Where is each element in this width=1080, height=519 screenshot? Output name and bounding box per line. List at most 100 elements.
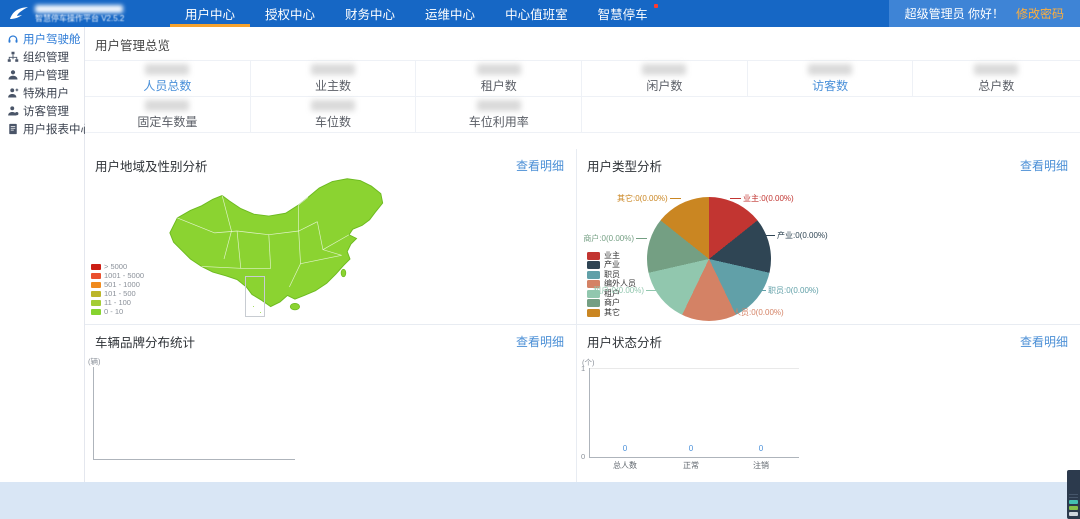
gridline [589,368,799,369]
nav-tab-finance-center[interactable]: 财务中心 [330,0,410,27]
legend-item[interactable]: 产业 [587,261,636,271]
redacted-value [808,64,852,75]
sidebar-item-visitor-management[interactable]: 访客管理 [0,102,84,120]
south-china-sea-inset [245,276,265,317]
panel-region-gender: 用户地域及性别分析 查看明细 [85,149,577,325]
nav-tab-auth-center[interactable]: 授权中心 [250,0,330,27]
stat-card-space-utilization: 车位利用率 [416,97,582,132]
sidebar-item-label: 用户管理 [23,67,69,83]
stat-card-tenants: 租户数 [416,61,582,96]
panel-vehicle-brand: 车辆品牌分布统计 查看明细 (辆) [85,325,577,482]
nav-tab-ops-center[interactable]: 运维中心 [410,0,490,27]
logo-name-redacted [35,5,123,13]
sidebar-item-label: 特殊用户 [23,85,69,101]
toolbar-item-gray[interactable] [1069,512,1078,516]
view-detail-link[interactable]: 查看明细 [1020,333,1068,350]
nav-tab-smart-parking[interactable]: 智慧停车 [583,0,663,27]
hainan-island [290,303,299,310]
legend-item[interactable]: 1001 - 5000 [91,271,144,280]
pie-callout-external-staff: 编外人员:0(0.00%) [702,309,784,317]
panel-title: 用户地域及性别分析 [95,156,208,175]
stat-card-label: 车位利用率 [469,113,529,130]
legend-swatch [91,309,101,315]
nav-tab-label: 财务中心 [345,4,395,23]
view-detail-link[interactable]: 查看明细 [516,333,564,350]
x-axis [93,459,295,460]
legend-swatch [587,252,600,260]
legend-label: 职员 [604,271,620,279]
legend-item[interactable]: 0 - 10 [91,307,144,316]
legend-label: 产业 [604,261,620,269]
pie-legend: 业主 产业 职员 编外人员 租户 商户 其它 [587,251,636,318]
stat-card-label: 固定车数量 [137,113,197,130]
pie-callout-merchant: 商户:0(0.00%) [581,235,649,243]
legend-swatch [587,271,600,279]
sidebar-item-special-users[interactable]: 特殊用户 [0,84,84,102]
redacted-value [477,100,521,111]
legend-label: 0 - 10 [104,308,123,316]
charts-grid: 用户地域及性别分析 查看明细 [85,149,1080,482]
legend-label: 501 - 1000 [104,281,140,289]
nav-tab-label: 智慧停车 [598,4,648,23]
legend-swatch [91,282,101,288]
stat-card-owners: 业主数 [251,61,417,96]
bar-value: 0 [623,445,627,453]
app-window: 智慧停车操作平台 V2.5.2 用户中心 授权中心 财务中心 运维中心 中心值班… [0,0,1080,519]
nav-tab-user-center[interactable]: 用户中心 [170,0,250,27]
logo-subtitle: 智慧停车操作平台 V2.5.2 [35,15,124,23]
legend-label: 业主 [604,252,620,260]
stat-card-total-households: 总户数 [913,61,1079,96]
legend-item[interactable]: 101 - 500 [91,289,144,298]
sidebar-item-user-reports[interactable]: 用户报表中心 [0,120,84,138]
legend-label: 11 - 100 [104,299,131,307]
legend-item[interactable]: 商户 [587,299,636,309]
x-category: 注销 [753,462,769,470]
navbar-user-area: 超级管理员 你好！ 修改密码 [889,0,1080,27]
stat-card-visitors: 访客数 [748,61,914,96]
user-type-pie-chart [647,197,771,321]
stat-card-total-people: 人员总数 [85,61,251,96]
sidebar-item-user-management[interactable]: 用户管理 [0,66,84,84]
y-axis-unit: (辆) [88,358,101,366]
floating-toolbar[interactable] [1067,470,1080,519]
stat-card-label: 访客数 [812,77,848,94]
nav-tab-label: 用户中心 [185,4,235,23]
legend-item[interactable]: > 5000 [91,262,144,271]
y-tick: 1 [581,365,585,373]
y-tick: 0 [581,453,585,461]
pie-callout-owner: 业主:0(0.00%) [728,195,794,203]
sidebar: 用户驾驶舱 组织管理 用户管理 特殊用户 访客管理 用户报表中心 [0,27,85,482]
toolbar-item-teal[interactable] [1069,500,1078,504]
redacted-value [477,64,521,75]
stat-cards-row-1: 人员总数 业主数 租户数 闲户数 访客数 总户数 [85,60,1080,96]
view-detail-link[interactable]: 查看明细 [1020,157,1068,174]
toolbar-item-green[interactable] [1069,506,1078,510]
app-logo[interactable]: 智慧停车操作平台 V2.5.2 [0,0,170,27]
legend-swatch [91,300,101,306]
main-menu: 用户中心 授权中心 财务中心 运维中心 中心值班室 智慧停车 [170,0,663,27]
taiwan-island [341,269,346,276]
x-category: 正常 [683,462,699,470]
stat-card-vacant-households: 闲户数 [582,61,748,96]
sidebar-item-org-management[interactable]: 组织管理 [0,48,84,66]
user-icon [7,69,19,81]
change-password-link[interactable]: 修改密码 [1016,5,1064,22]
sidebar-item-label: 用户报表中心 [23,121,92,137]
redacted-value [311,100,355,111]
stat-card-parking-spaces: 车位数 [251,97,417,132]
panel-title: 用户状态分析 [587,332,662,351]
view-detail-link[interactable]: 查看明细 [516,157,564,174]
sidebar-item-user-cockpit[interactable]: 用户驾驶舱 [0,30,84,48]
legend-item[interactable]: 501 - 1000 [91,280,144,289]
redacted-value [311,64,355,75]
notification-dot [654,4,658,8]
nav-tab-duty-room[interactable]: 中心值班室 [490,0,583,27]
panel-title: 车辆品牌分布统计 [95,332,195,351]
legend-item[interactable]: 11 - 100 [91,298,144,307]
stat-card-label: 总户数 [978,77,1014,94]
dashboard-icon [7,33,19,45]
report-icon [7,123,19,135]
legend-item[interactable]: 其它 [587,308,636,318]
china-map-chart [145,175,415,315]
legend-swatch [91,264,101,270]
